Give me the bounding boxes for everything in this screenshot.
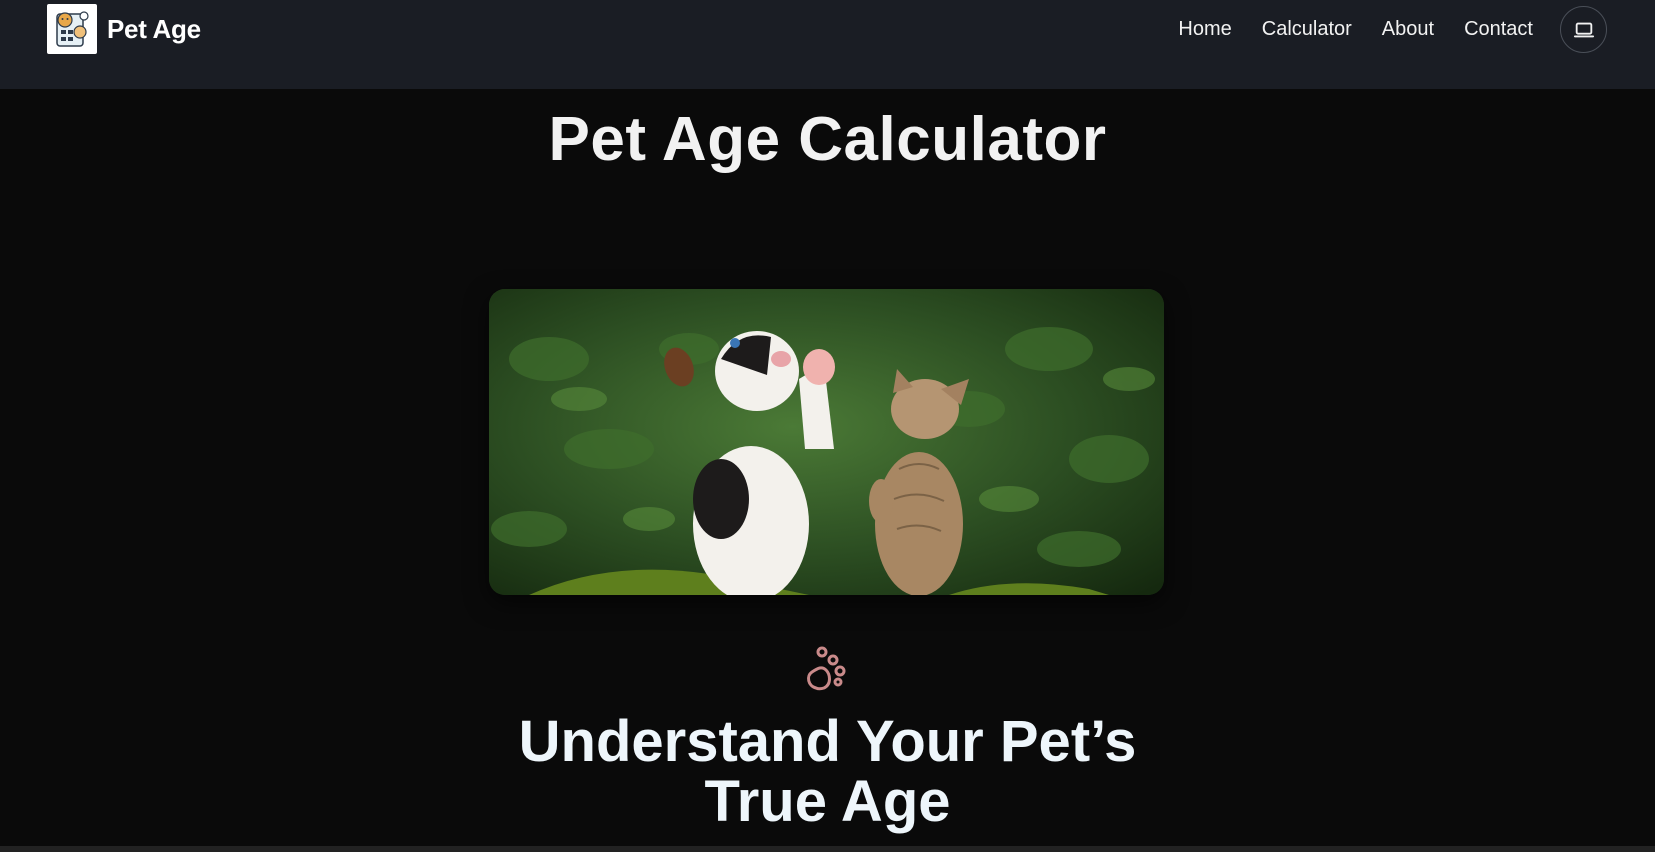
navbar: Pet Age Home Calculator About Contact — [0, 0, 1655, 89]
section-title-line2: True Age — [704, 769, 951, 834]
paw-icon — [807, 646, 846, 691]
nav-contact[interactable]: Contact — [1464, 14, 1533, 44]
main-nav: Home Calculator About Contact — [1178, 14, 1533, 44]
nav-home[interactable]: Home — [1178, 14, 1231, 44]
nav-about[interactable]: About — [1382, 14, 1434, 44]
brand[interactable]: Pet Age — [47, 4, 201, 54]
pet-calculator-logo-icon — [47, 4, 97, 54]
puppy-and-kitten-photo — [489, 289, 1164, 595]
theme-toggle-button[interactable] — [1560, 6, 1607, 53]
brand-name: Pet Age — [107, 13, 201, 44]
section-title-line1: Understand Your Pet’s — [518, 709, 1137, 774]
page-title: Pet Age Calculator — [548, 105, 1107, 174]
section-title: Understand Your Pet’s True Age — [0, 712, 1655, 832]
page-bottom-divider — [0, 846, 1655, 852]
nav-calculator[interactable]: Calculator — [1262, 14, 1352, 44]
laptop-icon — [1573, 22, 1594, 37]
